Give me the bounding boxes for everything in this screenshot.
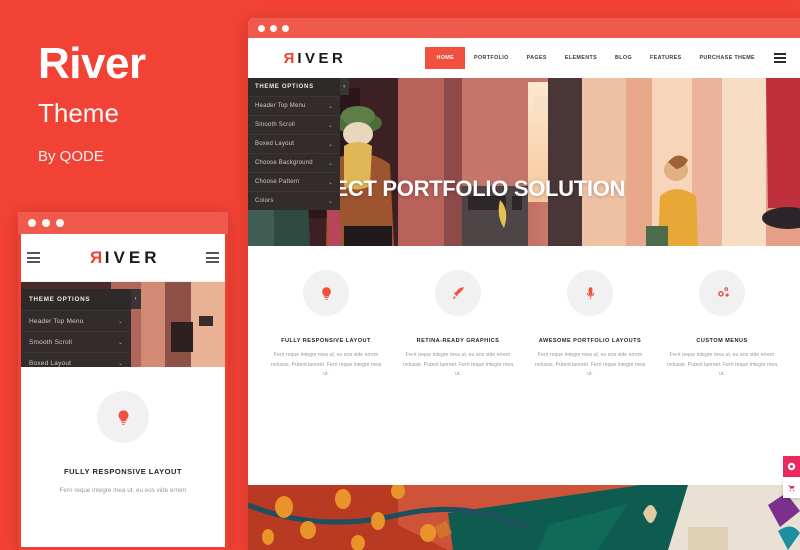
window-dot-minimize[interactable] [42,219,50,227]
promo-byline: By QODE [38,148,104,165]
theme-options-title: THEME OPTIONS [29,296,91,303]
window-dot-maximize[interactable] [282,24,289,32]
lightbulb-icon [97,391,149,443]
chevron-down-icon: ⌄ [327,141,333,148]
logo-accent-letter: R [85,247,102,267]
chevron-down-icon: ⌄ [117,360,123,367]
chevron-down-icon: ⌄ [327,103,333,110]
main-nav: HOME PORTFOLIO PAGES ELEMENTS BLOG FEATU… [425,47,786,69]
theme-options-header: THEME OPTIONS ‹ [248,78,349,96]
nav-item-blog[interactable]: BLOG [606,48,641,68]
promo-subtitle: Theme [38,98,119,128]
theme-option-label: Header Top Menu [255,103,306,109]
feature-body: Ferri reque integre mea ut, eu eos vide … [534,352,646,378]
feature-body: Ferri reque integre mea ut, eu eos vide … [666,352,778,378]
theme-option-label: Choose Background [255,160,313,166]
logo-accent-letter: R [280,49,295,67]
features-section: FULLY RESPONSIVE LAYOUT Ferri reque inte… [248,246,800,394]
theme-option-label: Colors [255,198,274,204]
main-window-content: R IVER HOME PORTFOLIO PAGES ELEMENTS BLOG… [248,38,800,550]
theme-option-label: Smooth Scroll [29,338,73,346]
nav-item-features[interactable]: FEATURES [641,48,690,68]
theme-option-label: Choose Pattern [255,179,300,185]
hamburger-icon[interactable] [26,252,40,263]
record-ring-icon[interactable] [783,456,800,477]
gears-icon [699,270,745,316]
theme-option-label: Header Top Menu [29,317,84,325]
tablet-window-content: R IVER THEME OPTIONS ‹ Header Top Menu ⌄… [18,234,228,550]
feature-card-custom-menus: CUSTOM MENUS Ferri reque integre mea ut,… [656,270,788,380]
logo-text: IVER [104,247,161,267]
feature-body: Ferri reque integre mea ut, eu eos vide … [59,487,187,494]
main-window-titlebar [248,18,800,38]
promo-title: River [38,39,146,88]
feature-title: RETINA-READY GRAPHICS [416,338,500,344]
theme-option-header-top-menu[interactable]: Header Top Menu ⌄ [248,96,340,115]
chevron-down-icon: ⌄ [327,179,333,186]
site-header: R IVER HOME PORTFOLIO PAGES ELEMENTS BLOG… [248,38,800,78]
nav-item-elements[interactable]: ELEMENTS [556,48,606,68]
theme-option-smooth-scroll[interactable]: Smooth Scroll ⌄ [21,331,131,352]
tablet-window-titlebar [18,212,228,234]
feature-card-portfolio-layouts: AWESOME PORTFOLIO LAYOUTS Ferri reque in… [524,270,656,380]
theme-option-smooth-scroll[interactable]: Smooth Scroll ⌄ [248,115,340,134]
site-logo[interactable]: R IVER [280,50,346,67]
theme-option-label: Boxed Layout [29,359,72,367]
theme-option-boxed-layout[interactable]: Boxed Layout ⌄ [248,134,340,153]
feature-title: AWESOME PORTFOLIO LAYOUTS [538,338,642,344]
theme-options-title: THEME OPTIONS [255,84,314,90]
nav-item-portfolio[interactable]: PORTFOLIO [465,48,518,68]
feature-body: Ferri reque integre mea ut, eu eos vide … [402,352,514,378]
window-dot-close[interactable] [258,24,265,32]
chevron-down-icon: ⌄ [117,339,123,346]
tablet-theme-options-panel: THEME OPTIONS ‹ Header Top Menu ⌄ Smooth… [21,289,141,367]
chevron-down-icon: ⌄ [327,122,333,129]
logo-text: IVER [297,49,347,67]
feature-title: FULLY RESPONSIVE LAYOUT [64,467,182,476]
hamburger-icon[interactable] [774,53,786,63]
tablet-hero-section: THEME OPTIONS ‹ Header Top Menu ⌄ Smooth… [21,282,225,367]
lightbulb-icon [303,270,349,316]
feature-card-retina-graphics: RETINA-READY GRAPHICS Ferri reque integr… [392,270,524,380]
feature-title: CUSTOM MENUS [696,338,748,344]
site-logo[interactable]: R IVER [86,248,161,268]
theme-options-header: THEME OPTIONS ‹ [21,289,141,310]
nav-item-home[interactable]: HOME [425,47,466,69]
theme-option-choose-pattern[interactable]: Choose Pattern ⌄ [248,172,340,191]
theme-option-label: Smooth Scroll [255,122,295,128]
window-dot-close[interactable] [28,219,36,227]
tablet-preview-window: R IVER THEME OPTIONS ‹ Header Top Menu ⌄… [18,212,228,550]
theme-option-header-top-menu[interactable]: Header Top Menu ⌄ [21,310,131,331]
floating-side-buttons [783,456,800,498]
chevron-down-icon: ⌄ [117,318,123,325]
feature-title: FULLY RESPONSIVE LAYOUT [281,338,371,344]
tablet-feature-card: FULLY RESPONSIVE LAYOUT Ferri reque inte… [21,367,225,497]
chevron-down-icon: ⌄ [327,198,333,205]
collapse-panel-icon[interactable]: ‹ [340,78,349,95]
window-dot-minimize[interactable] [270,24,277,32]
shopping-cart-icon[interactable] [783,477,800,498]
main-browser-window: R IVER HOME PORTFOLIO PAGES ELEMENTS BLOG… [248,18,800,550]
feature-body: Ferri reque integre mea ut, eu eos vide … [270,352,382,378]
window-dot-maximize[interactable] [56,219,64,227]
microphone-icon [567,270,613,316]
theme-option-label: Boxed Layout [255,141,295,147]
hamburger-icon-right[interactable] [206,252,220,263]
theme-option-colors[interactable]: Colors ⌄ [248,191,340,210]
promo-block: River Theme By QODE [38,39,238,166]
nav-item-purchase-theme[interactable]: PURCHASE THEME [690,48,764,68]
theme-option-boxed-layout[interactable]: Boxed Layout ⌄ [21,352,131,367]
bottom-illustration-band [248,485,800,550]
nav-item-pages[interactable]: PAGES [518,48,556,68]
theme-options-panel: THEME OPTIONS ‹ Header Top Menu ⌄ Smooth… [248,78,349,210]
theme-option-choose-background[interactable]: Choose Background ⌄ [248,153,340,172]
chevron-down-icon: ⌄ [327,160,333,167]
collapse-panel-icon[interactable]: ‹ [131,289,141,309]
hero-section: TEMPLATE PERFECT PORTFOLIO SOLUTION THEM… [248,78,800,246]
rocket-icon [435,270,481,316]
feature-card-responsive-layout: FULLY RESPONSIVE LAYOUT Ferri reque inte… [260,270,392,380]
tablet-site-header: R IVER [21,234,225,282]
